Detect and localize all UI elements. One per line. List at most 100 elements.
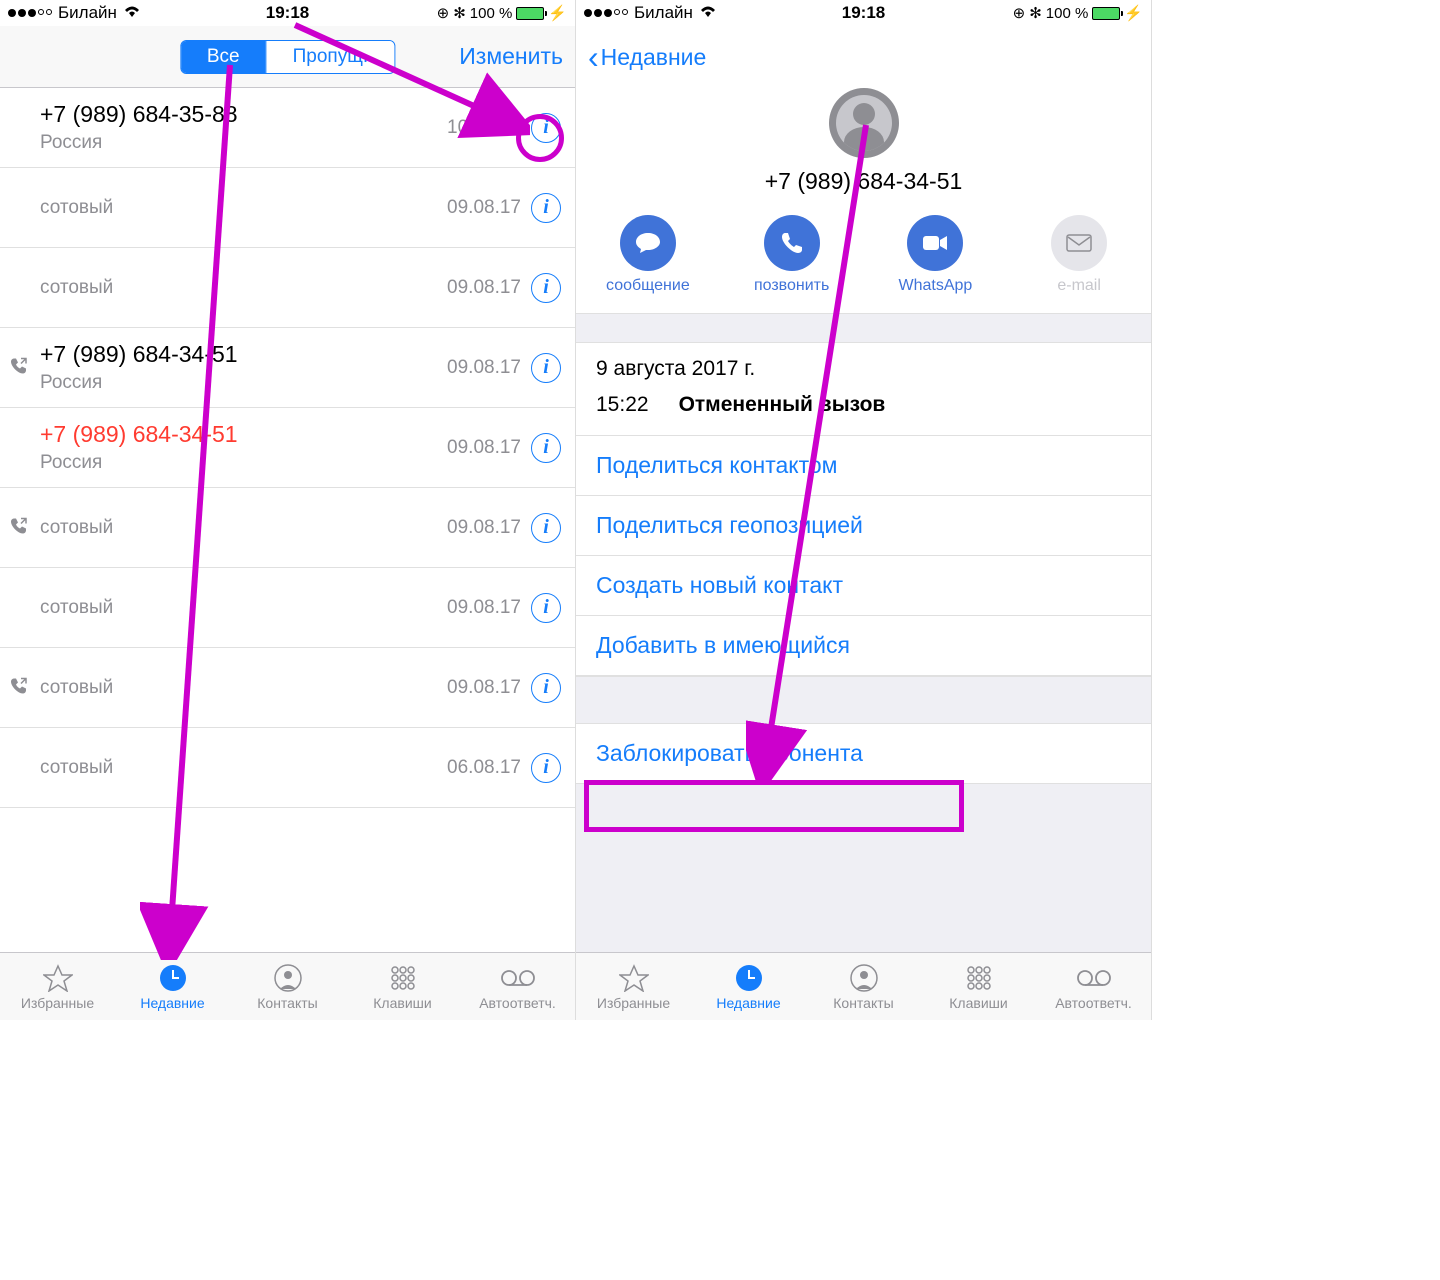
action-label: e-mail	[1057, 277, 1101, 295]
contact-phone-number: +7 (989) 684-34-51	[576, 168, 1151, 195]
status-bar: Билайн 19:18 ⊕ ✻ 100 % ⚡	[0, 0, 575, 26]
recent-call-row[interactable]: +7 (989) 684-34-51Россия09.08.17i	[0, 328, 575, 408]
outgoing-call-icon	[10, 356, 28, 379]
info-button[interactable]: i	[531, 593, 561, 623]
tab-label: Клавиши	[949, 995, 1007, 1011]
recent-call-row[interactable]: сотовый09.08.17 i	[0, 568, 575, 648]
clock-icon	[735, 963, 763, 993]
recent-call-row[interactable]: сотовый09.08.17 i	[0, 488, 575, 568]
charging-icon: ⚡	[548, 4, 567, 22]
call-subtitle: Россия	[40, 132, 447, 154]
share-location-button[interactable]: Поделиться геопозицией	[576, 496, 1151, 556]
add-existing-button[interactable]: Добавить в имеющийся	[576, 616, 1151, 676]
call-date: 10.08.17	[447, 117, 521, 139]
call-date: 09.08.17	[447, 437, 521, 459]
call-subtitle: сотовый	[40, 757, 447, 779]
segment-all[interactable]: Все	[181, 41, 266, 73]
info-button[interactable]: i	[531, 753, 561, 783]
back-label: Недавние	[601, 44, 707, 71]
tab-keypad[interactable]: Клавиши	[921, 953, 1036, 1020]
action-message[interactable]: сообщение	[588, 215, 708, 295]
tab-favorites[interactable]: Избранные	[576, 953, 691, 1020]
recent-call-row[interactable]: сотовый09.08.17i	[0, 168, 575, 248]
call-date: 09.08.17	[447, 517, 521, 539]
recent-call-row[interactable]: +7 (989) 684-35-88 Россия10.08.17 i	[0, 88, 575, 168]
tab-label: Автоответч.	[1055, 995, 1132, 1011]
call-number: +7 (989) 684-35-88	[40, 101, 447, 128]
call-date: 09.08.17	[447, 677, 521, 699]
avatar	[829, 88, 899, 158]
carrier-label: Билайн	[634, 3, 693, 23]
call-filter-segmented[interactable]: Все Пропущ.	[180, 40, 395, 74]
tab-label: Избранные	[21, 995, 94, 1011]
charging-icon: ⚡	[1124, 4, 1143, 22]
call-log-section: 9 августа 2017 г. 15:22 Отмененный вызов	[576, 343, 1151, 436]
call-log-type: Отмененный вызов	[679, 393, 886, 417]
back-button[interactable]: ‹ Недавние	[588, 41, 706, 73]
status-time: 19:18	[842, 3, 885, 23]
person-icon	[850, 963, 878, 993]
tab-recents[interactable]: Недавние	[115, 953, 230, 1020]
call-date: 09.08.17	[447, 277, 521, 299]
create-contact-button[interactable]: Создать новый контакт	[576, 556, 1151, 616]
tab-bar: Избранные Недавние Контакты Клавиши Авто…	[0, 952, 575, 1020]
recent-call-row[interactable]: сотовый09.08.17 i	[0, 648, 575, 728]
signal-strength-icon	[584, 9, 628, 17]
call-number: +7 (989) 684-34-51	[40, 421, 447, 448]
call-log-date: 9 августа 2017 г.	[596, 357, 1131, 381]
battery-icon	[1092, 7, 1120, 20]
call-subtitle: сотовый	[40, 517, 447, 539]
info-button[interactable]: i	[531, 273, 561, 303]
action-label: сообщение	[606, 277, 690, 295]
call-date: 09.08.17	[447, 357, 521, 379]
action-whatsapp[interactable]: WhatsApp	[876, 215, 996, 295]
tab-keypad[interactable]: Клавиши	[345, 953, 460, 1020]
call-subtitle: сотовый	[40, 597, 447, 619]
info-button[interactable]: i	[531, 513, 561, 543]
bluetooth-icon: ✻	[453, 4, 466, 22]
info-button[interactable]: i	[531, 113, 561, 143]
nav-bar: Все Пропущ. Изменить	[0, 26, 575, 88]
call-subtitle: сотовый	[40, 677, 447, 699]
action-call[interactable]: позвонить	[732, 215, 852, 295]
tab-voicemail[interactable]: Автоответч.	[460, 953, 575, 1020]
call-date: 09.08.17	[447, 197, 521, 219]
battery-percent: 100 %	[1046, 5, 1089, 22]
keypad-icon	[965, 963, 993, 993]
star-icon	[43, 963, 73, 993]
tab-contacts[interactable]: Контакты	[806, 953, 921, 1020]
battery-percent: 100 %	[470, 5, 513, 22]
tab-recents[interactable]: Недавние	[691, 953, 806, 1020]
tab-favorites[interactable]: Избранные	[0, 953, 115, 1020]
segment-missed[interactable]: Пропущ.	[266, 41, 395, 73]
recent-call-row[interactable]: +7 (989) 684-34-51Россия09.08.17i	[0, 408, 575, 488]
tab-label: Контакты	[833, 995, 893, 1011]
info-button[interactable]: i	[531, 353, 561, 383]
edit-button[interactable]: Изменить	[459, 43, 563, 70]
recent-call-row[interactable]: сотовый06.08.17 i	[0, 728, 575, 808]
block-caller-button[interactable]: Заблокировать абонента	[576, 724, 1151, 784]
recent-call-row[interactable]: сотовый09.08.17i	[0, 248, 575, 328]
call-number: +7 (989) 684-34-51	[40, 341, 447, 368]
tab-contacts[interactable]: Контакты	[230, 953, 345, 1020]
info-button[interactable]: i	[531, 433, 561, 463]
info-button[interactable]: i	[531, 193, 561, 223]
tab-label: Контакты	[257, 995, 317, 1011]
info-button[interactable]: i	[531, 673, 561, 703]
recents-screen: Билайн 19:18 ⊕ ✻ 100 % ⚡ Все Пропущ. Изм…	[0, 0, 576, 1020]
status-bar: Билайн 19:18 ⊕ ✻ 100 % ⚡	[576, 0, 1151, 26]
tab-label: Автоответч.	[479, 995, 556, 1011]
battery-icon	[516, 7, 544, 20]
action-label: WhatsApp	[898, 277, 972, 295]
chevron-left-icon: ‹	[588, 41, 599, 73]
share-contact-button[interactable]: Поделиться контактом	[576, 436, 1151, 496]
wifi-icon	[123, 3, 141, 23]
call-date: 06.08.17	[447, 757, 521, 779]
tab-voicemail[interactable]: Автоответч.	[1036, 953, 1151, 1020]
wifi-icon	[699, 3, 717, 23]
call-date: 09.08.17	[447, 597, 521, 619]
recents-list[interactable]: +7 (989) 684-35-88Россия10.08.17iсотовый…	[0, 88, 575, 952]
tab-label: Недавние	[140, 995, 204, 1011]
tab-bar: Избранные Недавние Контакты Клавиши Авто…	[576, 952, 1151, 1020]
email-icon	[1051, 215, 1107, 271]
